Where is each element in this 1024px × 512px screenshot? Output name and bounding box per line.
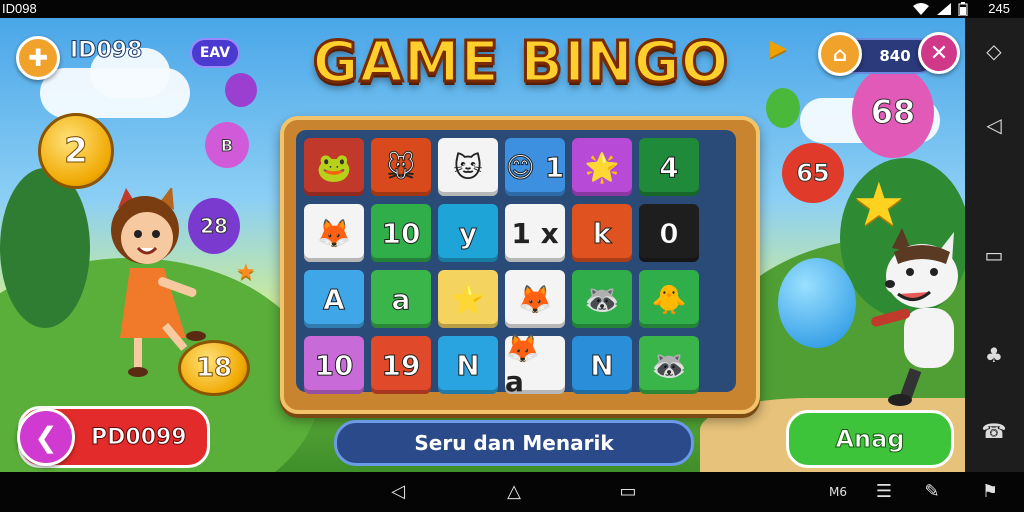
status-text: ID098	[2, 1, 37, 16]
back-icon[interactable]: ◁	[384, 480, 412, 504]
back-button-label: PD0099	[91, 424, 188, 450]
bingo-cell[interactable]: 🌟	[572, 138, 632, 196]
score-value: 840	[879, 47, 911, 65]
close-button[interactable]: ✕	[918, 32, 960, 74]
bingo-cell[interactable]: 4	[639, 138, 699, 196]
close-icon: ✕	[929, 40, 949, 66]
status-time: 245	[988, 1, 1010, 16]
back-button[interactable]: ❮ PD0099	[17, 406, 210, 468]
coin-decoration: 2	[38, 113, 114, 189]
bingo-cell[interactable]: k	[572, 204, 632, 262]
level-badge[interactable]: EAV	[190, 38, 240, 68]
list-icon[interactable]: ☰	[870, 480, 898, 504]
back-arrow-icon: ❮	[17, 408, 75, 466]
bingo-cell[interactable]: A	[304, 270, 364, 328]
bingo-cell[interactable]: 19	[371, 336, 431, 394]
bingo-cell[interactable]: 🦊	[304, 204, 364, 262]
bingo-cell[interactable]: N	[438, 336, 498, 394]
bingo-cell[interactable]: 🐭	[371, 138, 431, 196]
game-title: GAME BINGO	[311, 29, 730, 97]
subtitle-banner: Seru dan Menarik	[334, 420, 694, 466]
dog-character	[850, 228, 965, 408]
balloon-decoration: 28	[188, 198, 240, 254]
bingo-cell[interactable]: 0	[639, 204, 699, 262]
shop-button[interactable]: ⌂	[818, 32, 862, 76]
shop-icon: ⌂	[832, 42, 848, 66]
bingo-cell[interactable]: 🦊	[505, 270, 565, 328]
star-decoration: ★	[236, 260, 256, 285]
player-id-label: ID098	[69, 38, 143, 64]
bingo-cell[interactable]: 10	[371, 204, 431, 262]
status-bar: ID098 245	[0, 0, 1024, 18]
bingo-cell[interactable]: 🐸	[304, 138, 364, 196]
bingo-cell[interactable]: y	[438, 204, 498, 262]
square-icon[interactable]: ▭	[979, 240, 1009, 270]
back-icon[interactable]: ◁	[979, 110, 1009, 140]
bingo-cell[interactable]: N	[572, 336, 632, 394]
diamond-icon[interactable]: ◇	[979, 36, 1009, 66]
bingo-cell[interactable]: 🐥	[639, 270, 699, 328]
tree	[0, 168, 90, 328]
star-decoration: ★	[852, 170, 906, 240]
pin-icon[interactable]: ♣	[979, 340, 1009, 370]
balloon-decoration	[766, 88, 800, 128]
balloon-decoration	[225, 73, 257, 107]
bingo-cell[interactable]: 🦝	[639, 336, 699, 394]
home-icon[interactable]: △	[500, 480, 528, 504]
plus-icon: ✚	[27, 44, 49, 72]
bingo-cell[interactable]: a	[371, 270, 431, 328]
balloon-decoration: 65	[782, 143, 844, 203]
balloon-decoration: 68	[852, 66, 934, 158]
bingo-cell[interactable]: 1 x	[505, 204, 565, 262]
bingo-cell[interactable]: 😊 1	[505, 138, 565, 196]
phone-icon[interactable]: ☎	[979, 416, 1009, 446]
bingo-cell[interactable]: ⭐	[438, 270, 498, 328]
balloon-decoration: B	[205, 122, 249, 168]
bingo-cell[interactable]: 🦊 a	[505, 332, 565, 398]
bingo-cell[interactable]: 🐱	[438, 138, 498, 196]
play-button[interactable]: Anag	[786, 410, 954, 468]
bingo-cell[interactable]: 🦝	[572, 270, 632, 328]
edit-icon[interactable]: ✎	[918, 480, 946, 504]
bottom-label: M6	[829, 485, 847, 499]
bingo-cell[interactable]: 10	[304, 336, 364, 394]
star-decoration: ▶	[770, 36, 787, 61]
system-nav-bar: ◁ △ ▭ M6 ☰ ✎ ⚑	[0, 472, 1024, 512]
side-navigation: ◇ ◁ ▭ ♣ ☎	[965, 18, 1024, 472]
bingo-grid: 🐸 🐭 🐱 😊 1 🌟 4 🦊 10 y 1 x k 0 Aa ⭐ 🦊 🦝 🐥 10 19 N 🦊 a N 🦝	[296, 130, 736, 398]
coin-decoration: 18	[178, 340, 250, 396]
balloon-decoration	[778, 258, 856, 348]
bingo-board: 🐸 🐭 🐱 😊 1 🌟 4 🦊 10 y 1 x k 0 Aa ⭐ 🦊 🦝 🐥 10 19 N 🦊 a N 🦝	[280, 116, 760, 414]
add-player-button[interactable]: ✚	[16, 36, 60, 80]
recents-icon[interactable]: ▭	[614, 480, 642, 504]
flag-icon[interactable]: ⚑	[976, 480, 1004, 504]
